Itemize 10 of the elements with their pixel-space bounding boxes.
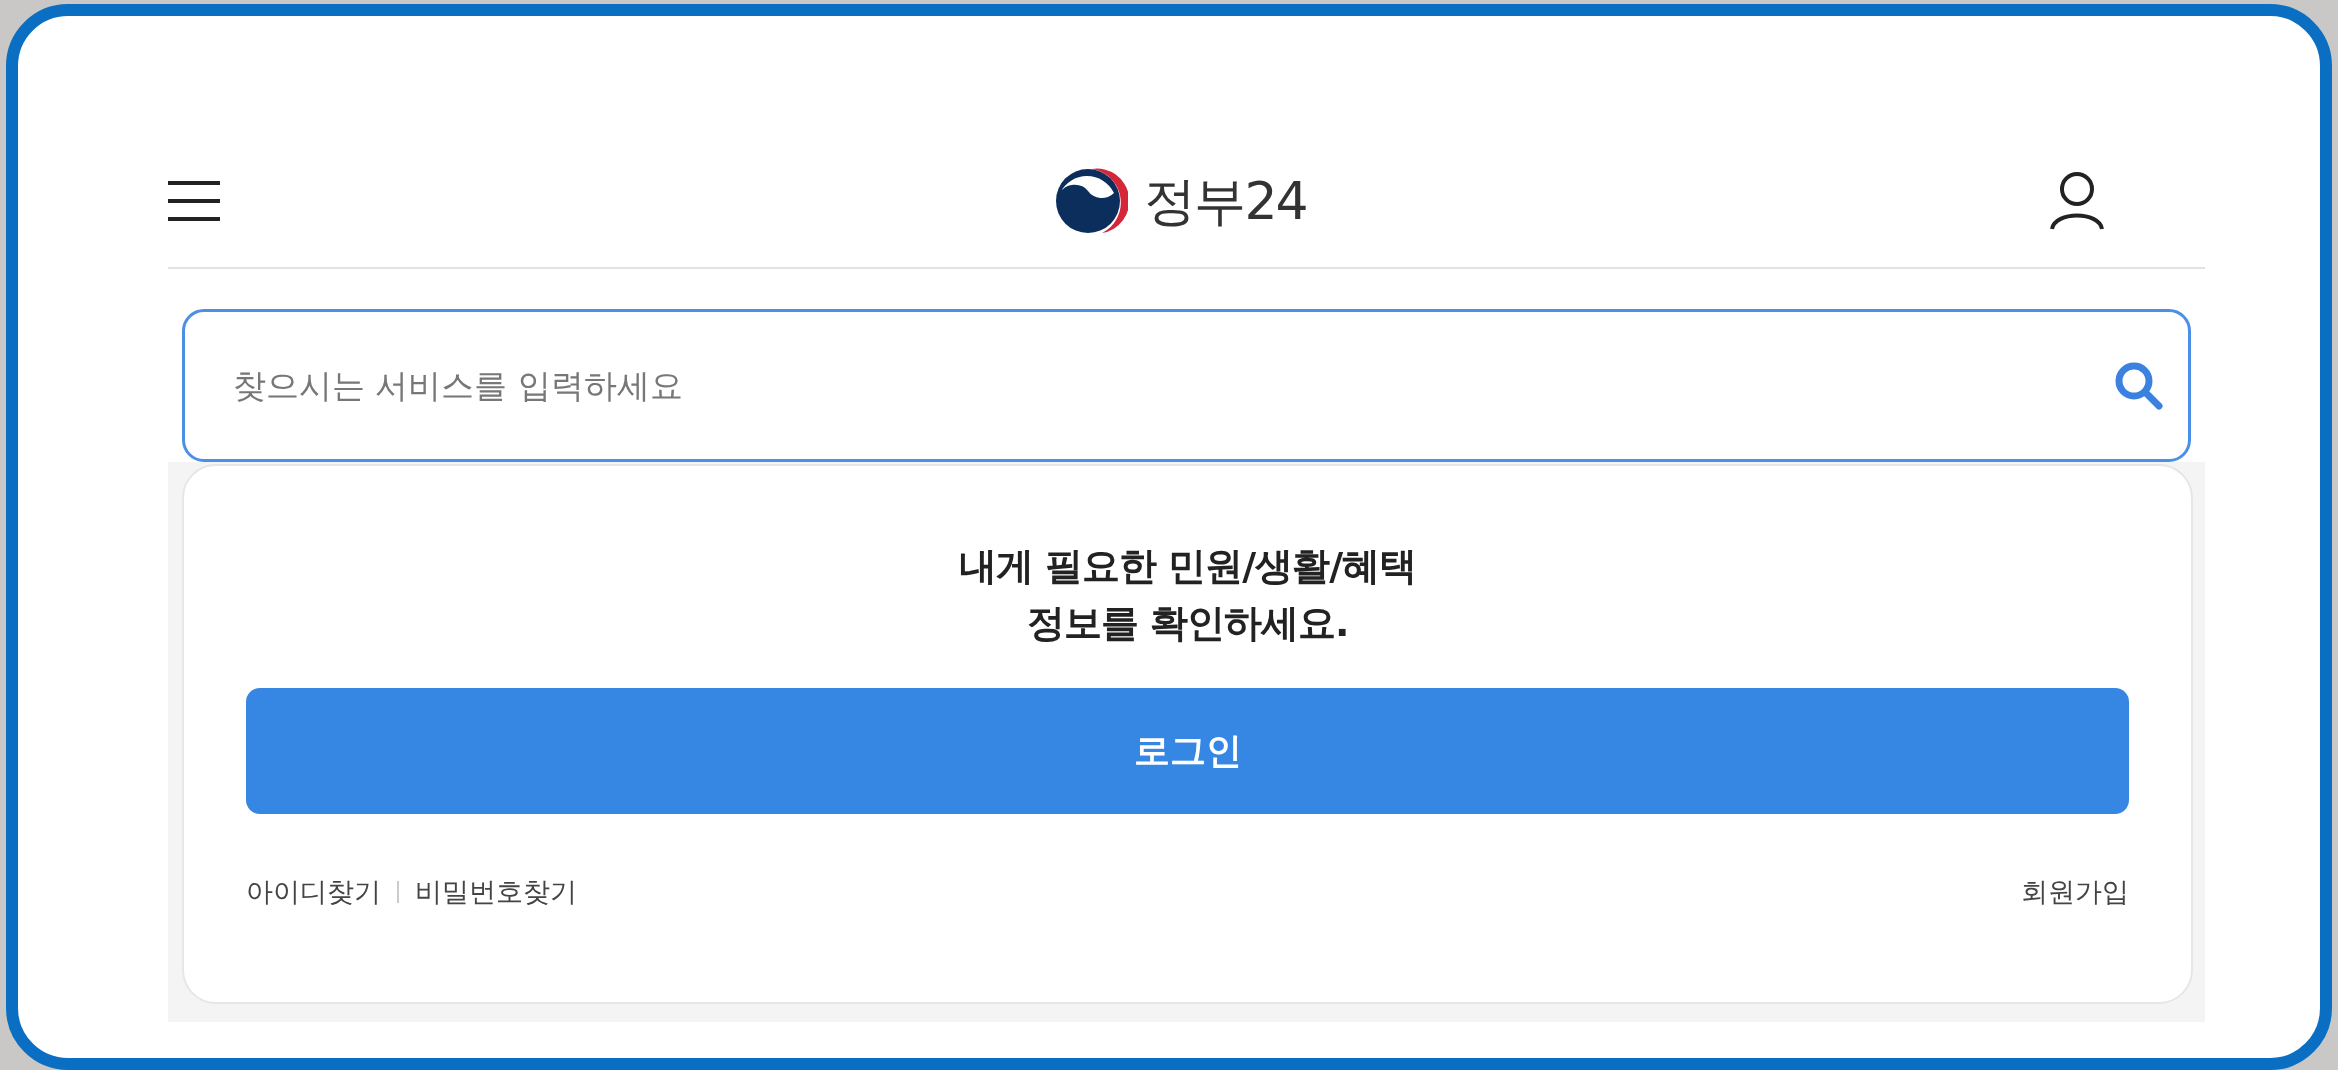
login-heading: 내게 필요한 민원/생활/혜택 정보를 확인하세요. [957,543,1418,647]
sign-up-link[interactable]: 회원가입 [2021,872,2129,913]
login-button[interactable]: 로그인 [246,688,2129,814]
search-icon[interactable] [2113,360,2163,410]
user-icon[interactable] [2049,170,2105,231]
account-link[interactable]: 비밀번호찾기 [415,872,577,913]
menu-icon[interactable] [168,180,220,221]
logo-text[interactable]: 정부24 [1144,161,1307,240]
account-link[interactable]: 아이디찾기 [246,872,381,913]
search-field[interactable]: 찾으시는 서비스를 입력하세요 [182,309,2191,462]
